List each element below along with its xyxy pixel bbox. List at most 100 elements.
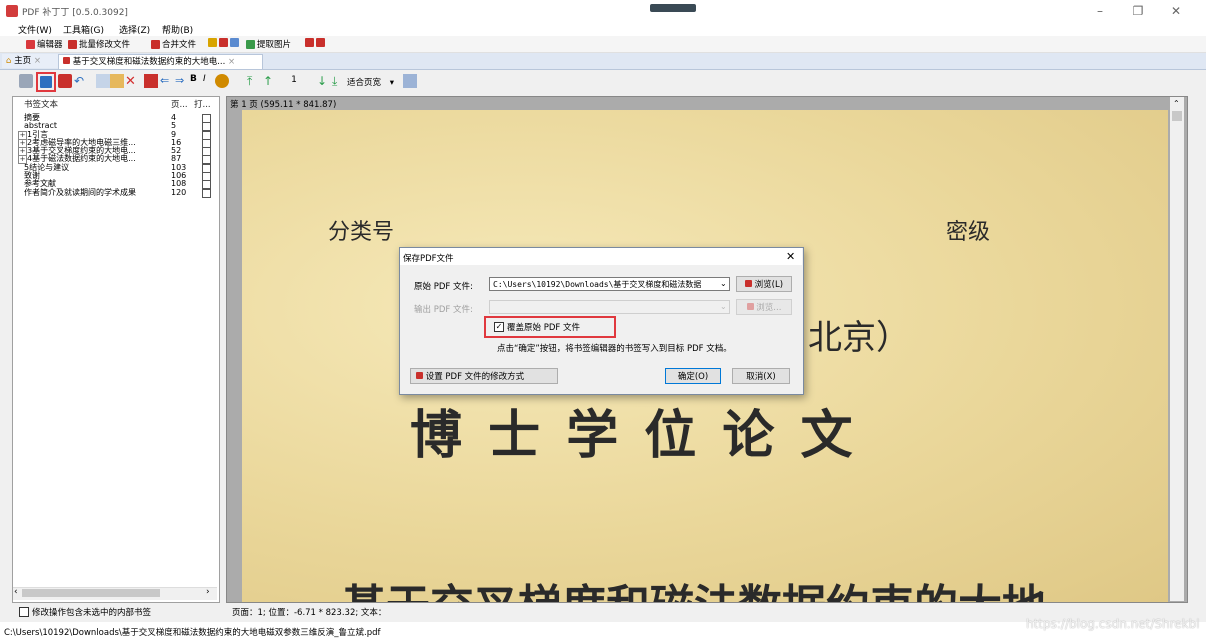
bookmark-tree: 摘要 4 abstract 5 +1引言 9 +2考虑磁导率的大地电磁三维... 16 +3基于… [18, 113, 216, 198]
modification-settings-button[interactable]: 设置 PDF 文件的修改方式 [410, 368, 558, 384]
extract-images-label: 提取图片 [257, 40, 292, 50]
view-options-icon[interactable] [403, 74, 417, 88]
zoom-select[interactable]: 适合页宽 ▾ [347, 76, 394, 88]
menu-select[interactable]: 选择(Z) [119, 23, 150, 36]
toolbar-misc-icons[interactable] [208, 38, 239, 47]
maximize-icon[interactable]: ❐ [1120, 2, 1156, 20]
source-pdf-value: C:\Users\10192\Downloads\基于交叉梯度和磁法数据 [493, 280, 702, 289]
settings-pdf-icon [416, 372, 423, 379]
first-page-icon[interactable]: ⤒ [247, 74, 261, 88]
prev-page-icon[interactable]: ↑ [263, 74, 277, 88]
delete-icon[interactable]: ✕ [125, 74, 139, 89]
bookmark-label: 作者简介及就读期间的学术成果 [24, 187, 136, 197]
menu-file[interactable]: 文件(W) [18, 23, 52, 36]
pdf-tab-icon [63, 57, 70, 64]
scroll-up-icon[interactable]: ⌃ [1173, 99, 1180, 108]
output-browse-button: 浏览... [736, 299, 792, 315]
tab-document-label: 基于交叉梯度和磁法数据约束的大地电... [72, 57, 226, 67]
batch-edit-label: 批量修改文件 [79, 40, 131, 50]
tab-document[interactable]: 基于交叉梯度和磁法数据约束的大地电... × [58, 54, 263, 69]
pdf-tool-icon [305, 38, 314, 47]
editor-button[interactable]: 编辑器 [26, 38, 63, 50]
bookmark-row[interactable]: 作者简介及就读期间的学术成果 120 [18, 187, 216, 198]
source-pdf-label: 原始 PDF 文件: [414, 282, 473, 292]
pdf-info-icon [316, 38, 325, 47]
ok-button[interactable]: 确定(O) [665, 368, 721, 384]
image-icon [246, 39, 255, 49]
thesis-title: 基于交叉梯度和磁法数据约束的大地 [342, 570, 1046, 602]
column-page[interactable]: 页... [171, 98, 188, 110]
arrow-right-icon[interactable]: ⇒ [175, 74, 189, 88]
pdf-export-icon[interactable] [58, 74, 72, 88]
zoom-label: 适合页宽 [347, 78, 382, 88]
tab-home-close-icon[interactable]: × [34, 56, 41, 66]
output-browse-label: 浏览... [756, 303, 782, 313]
page-number-field[interactable]: 1 [280, 75, 308, 85]
output-dropdown-chevron-icon: ⌄ [720, 302, 727, 311]
scroll-left-icon[interactable]: ‹ [14, 587, 18, 597]
menu-help[interactable]: 帮助(B) [162, 23, 193, 36]
source-dropdown-chevron-icon[interactable]: ⌄ [720, 279, 727, 288]
file-path: C:\Users\10192\Downloads\基于交叉梯度和磁法数据约束的大… [4, 628, 381, 638]
bookmark-open-checkbox[interactable] [202, 188, 211, 198]
position-info: 页面：1; 位置：-6.71 * 823.32; 文本： [232, 608, 387, 618]
color-icon[interactable] [215, 74, 229, 88]
include-hidden-checkbox[interactable] [19, 607, 29, 617]
tab-document-close-icon[interactable]: × [228, 57, 235, 67]
scroll-right-icon[interactable]: › [206, 587, 210, 597]
output-pdf-label: 输出 PDF 文件: [414, 305, 473, 315]
bookmark-row[interactable]: 5结论与建议 103 [18, 163, 216, 173]
watermark: https://blog.csdn.net/Shrekbl [1026, 617, 1200, 631]
dialog-close-icon[interactable]: ✕ [786, 250, 795, 263]
browse-button[interactable]: 浏览(L) [736, 276, 792, 292]
minimize-icon[interactable]: – [1082, 2, 1118, 20]
location-text: 北京） [808, 318, 910, 358]
vertical-scrollbar[interactable]: ⌃ [1170, 97, 1184, 601]
overwrite-checkbox[interactable]: ✓ [494, 322, 504, 332]
tab-home-label: 主页 [14, 56, 32, 66]
browse-label: 浏览(L) [754, 280, 784, 290]
batch-edit-button[interactable]: 批量修改文件 [68, 38, 130, 50]
scrollbar-thumb[interactable] [22, 589, 160, 597]
cancel-button[interactable]: 取消(X) [732, 368, 790, 384]
output-pdf-field [489, 300, 730, 314]
column-open[interactable]: 打... [194, 98, 211, 110]
paste-icon[interactable] [110, 74, 124, 88]
app-logo-icon [6, 5, 18, 17]
home-icon: ⌂ [6, 56, 12, 66]
class-number-label: 分类号 [328, 220, 395, 245]
new-icon[interactable] [19, 74, 33, 88]
merge-files-button[interactable]: 合并文件 [151, 38, 196, 50]
next-page-icon[interactable]: ↓ [317, 74, 331, 88]
copy-icon[interactable] [96, 74, 110, 88]
save-button[interactable] [36, 72, 56, 92]
page-info: 第 1 页 (595.11 * 841.87) [230, 100, 337, 110]
degree-title: 博 士 学 位 论 文 [410, 405, 857, 466]
editor-icon [26, 39, 35, 49]
tab-home[interactable]: ⌂ 主页 × [2, 54, 62, 68]
overwrite-label[interactable]: 覆盖原始 PDF 文件 [507, 321, 580, 333]
pdf-output-browse-icon [746, 303, 754, 310]
vertical-scrollbar-thumb[interactable] [1172, 111, 1182, 121]
dialog-hint: 点击“确定”按钮，将书签编辑器的书签写入到目标 PDF 文档。 [497, 344, 732, 354]
arrow-left-icon[interactable]: ⇐ [160, 74, 174, 88]
bookmark-page: 120 [171, 187, 187, 197]
undo-icon[interactable]: ↶ [74, 74, 88, 88]
last-page-icon[interactable]: ⤓ [332, 74, 346, 88]
merge-files-label: 合并文件 [162, 40, 197, 50]
toolbar-extra-icons[interactable] [305, 38, 325, 47]
extract-images-button[interactable]: 提取图片 [246, 38, 291, 50]
tool-icon [208, 38, 217, 47]
editor-label: 编辑器 [37, 40, 63, 50]
column-bookmark-text[interactable]: 书签文本 [24, 98, 58, 110]
source-pdf-field[interactable]: C:\Users\10192\Downloads\基于交叉梯度和磁法数据 [489, 277, 730, 291]
close-icon[interactable]: ✕ [1158, 2, 1194, 20]
bookmark-icon[interactable] [144, 74, 158, 88]
app-title: PDF 补丁丁 [0.5.0.3092] [22, 8, 128, 18]
include-hidden-label[interactable]: 修改操作包含未选中的内部书签 [32, 606, 151, 618]
bold-icon[interactable]: B [190, 74, 204, 88]
document-icon [230, 38, 239, 47]
dialog-title: 保存PDF文件 [403, 254, 454, 264]
chevron-down-icon: ▾ [389, 78, 394, 88]
menu-tools[interactable]: 工具箱(G) [63, 23, 104, 36]
